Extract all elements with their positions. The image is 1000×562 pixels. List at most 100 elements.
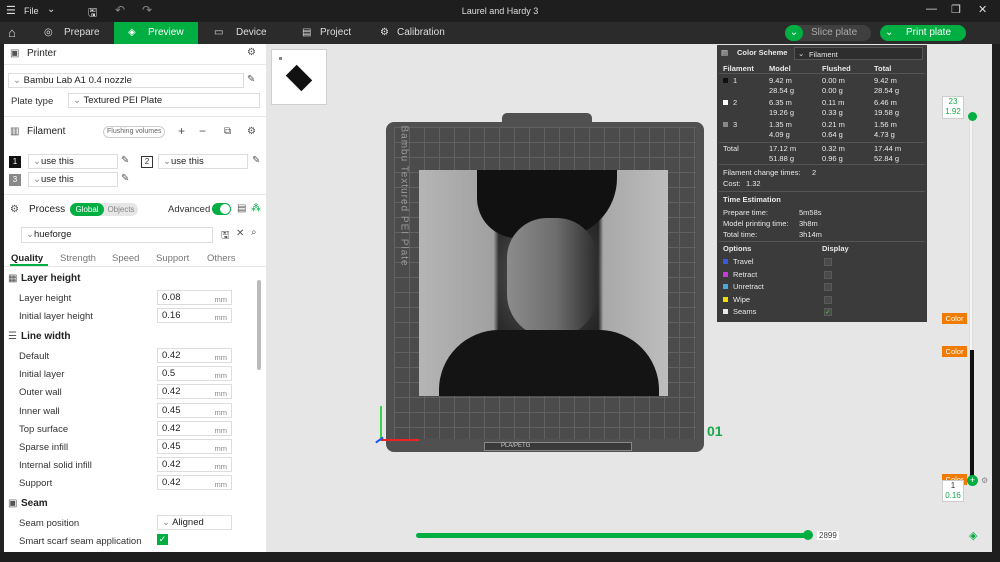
option-display-checkbox[interactable] bbox=[824, 283, 832, 292]
param-input[interactable]: 0.42 mm bbox=[157, 384, 232, 400]
add-filament-icon[interactable]: + bbox=[178, 124, 185, 138]
filament-model-m: 1.35 m bbox=[769, 120, 792, 129]
save-preset-icon[interactable]: 🖫 bbox=[221, 228, 230, 245]
plate-thumbnail[interactable] bbox=[271, 49, 327, 105]
close-button[interactable]: ✕ bbox=[978, 3, 987, 16]
filament-slot-2-edit-icon[interactable]: ✎ bbox=[252, 155, 260, 166]
filament-slot-3-swatch[interactable]: 3 bbox=[9, 174, 21, 186]
param-value: 0.42 bbox=[162, 386, 181, 398]
subtab-quality[interactable]: Quality bbox=[11, 253, 43, 264]
tab-calibration[interactable]: ⚙ Calibration bbox=[374, 22, 464, 44]
filament-slot-3-edit-icon[interactable]: ✎ bbox=[121, 173, 129, 184]
param-input[interactable]: 0.45 mm bbox=[157, 402, 232, 418]
color-scheme-select[interactable]: ⌄ Filament bbox=[794, 47, 923, 60]
plate-top-tab bbox=[502, 113, 592, 125]
total-total-g: 52.84 g bbox=[874, 154, 900, 163]
filament-slot-2-select[interactable]: ⌄use this bbox=[158, 154, 248, 169]
tab-project[interactable]: ▤ Project bbox=[290, 22, 370, 44]
param-input[interactable]: 0.45 mm bbox=[157, 439, 232, 454]
layer-bottom-handle[interactable]: + bbox=[967, 475, 978, 486]
filament-slot-1-swatch[interactable]: 1 bbox=[9, 156, 21, 168]
model-time-label: Model printing time: bbox=[723, 219, 789, 228]
print-dropdown-icon[interactable]: ⌄ bbox=[885, 25, 893, 41]
maximize-button[interactable]: ❐ bbox=[951, 3, 961, 16]
seam-title: Seam bbox=[21, 498, 48, 509]
filament-id: 3 bbox=[733, 120, 738, 129]
filament-slot-1-edit-icon[interactable]: ✎ bbox=[121, 155, 129, 166]
layers-icon[interactable]: ◈ bbox=[969, 529, 977, 542]
settings-scrollbar[interactable] bbox=[257, 280, 261, 370]
network-icon[interactable]: ⁂ bbox=[251, 203, 261, 214]
seam-position-select[interactable]: ⌄ Aligned bbox=[157, 515, 232, 530]
plate-type-select[interactable]: ⌄ Textured PEI Plate bbox=[68, 93, 260, 108]
remove-filament-icon[interactable]: − bbox=[199, 124, 206, 138]
search-icon[interactable]: ⌕ bbox=[251, 227, 257, 238]
slice-plate-button[interactable]: ⌄ Slice plate bbox=[785, 25, 871, 41]
param-input[interactable]: 0.16 mm bbox=[157, 308, 232, 323]
tab-device[interactable]: ▭ Device bbox=[200, 22, 280, 44]
filament-flushed-g: 0.00 g bbox=[822, 86, 843, 95]
calibration-icon: ⚙ bbox=[380, 27, 389, 38]
printer-select[interactable]: ⌄ Bambu Lab A1 0.4 nozzle bbox=[8, 73, 244, 88]
move-slider-track[interactable] bbox=[416, 533, 808, 538]
subtab-strength[interactable]: Strength bbox=[60, 253, 96, 264]
advanced-toggle[interactable] bbox=[212, 203, 231, 215]
toggle-objects[interactable]: Objects bbox=[104, 203, 138, 216]
bottom-window-edge bbox=[0, 552, 992, 562]
param-input[interactable]: 0.42 mm bbox=[157, 420, 232, 436]
param-input[interactable]: 0.08 mm bbox=[157, 290, 232, 305]
filament-slot-3-select[interactable]: ⌄use this bbox=[28, 172, 118, 187]
filament-slot-1-value: use this bbox=[40, 156, 74, 167]
smart-scarf-checkbox[interactable]: ✓ bbox=[157, 534, 168, 545]
process-preset-select[interactable]: ⌄hueforge bbox=[21, 227, 213, 243]
global-objects-toggle[interactable]: Global Objects bbox=[70, 203, 138, 216]
color-scheme-title: Color Scheme bbox=[737, 48, 788, 57]
param-input[interactable]: 0.42 mm bbox=[157, 348, 232, 363]
delete-preset-icon[interactable]: ✕ bbox=[236, 228, 244, 239]
model-face bbox=[507, 218, 597, 338]
filament-swatch bbox=[723, 122, 728, 127]
option-display-checkbox[interactable]: ✓ bbox=[824, 308, 832, 317]
settings-sidebar: ▣ Printer ⚙ ⌄ Bambu Lab A1 0.4 nozzle ✎ … bbox=[4, 44, 266, 552]
option-label: Retract bbox=[733, 269, 758, 279]
layer-settings-icon[interactable]: ⚙ bbox=[981, 476, 988, 485]
print-plate-button[interactable]: ⌄ Print plate bbox=[880, 25, 966, 41]
move-slider-handle[interactable] bbox=[803, 530, 813, 540]
build-plate[interactable]: Bambu Textured PEI Plate PLA/PETG bbox=[386, 113, 704, 452]
printer-edit-icon[interactable]: ✎ bbox=[247, 74, 255, 85]
tab-prepare[interactable]: ◎ Prepare bbox=[30, 22, 112, 44]
subtab-speed[interactable]: Speed bbox=[112, 253, 139, 264]
subtab-support[interactable]: Support bbox=[156, 253, 189, 264]
sync-filament-icon[interactable]: ⧉ bbox=[224, 126, 231, 137]
filament-slot-1-select[interactable]: ⌄use this bbox=[28, 154, 118, 169]
subtab-others[interactable]: Others bbox=[207, 253, 236, 264]
filament-settings-icon[interactable]: ⚙ bbox=[247, 126, 256, 137]
param-input[interactable]: 0.5 mm bbox=[157, 366, 232, 382]
toggle-global[interactable]: Global bbox=[70, 203, 104, 216]
line-width-icon: ☰ bbox=[8, 331, 17, 342]
printer-settings-icon[interactable]: ⚙ bbox=[247, 47, 256, 58]
filament-slot-2-swatch[interactable]: 2 bbox=[141, 156, 153, 168]
filament-icon: ▥ bbox=[10, 126, 20, 137]
param-input[interactable]: 0.42 mm bbox=[157, 457, 232, 473]
color-tag-2[interactable]: Color bbox=[942, 346, 967, 357]
color-tag-1[interactable]: Color bbox=[942, 313, 967, 324]
param-value: 0.42 bbox=[162, 459, 181, 471]
sliced-model[interactable] bbox=[419, 170, 668, 396]
option-display-checkbox[interactable] bbox=[824, 258, 832, 266]
compare-icon[interactable]: ▤ bbox=[237, 203, 246, 214]
option-color-swatch bbox=[723, 284, 728, 290]
color-scheme-chevron-icon: ⌄ bbox=[798, 49, 805, 58]
option-display-checkbox[interactable] bbox=[824, 295, 832, 304]
option-display-checkbox[interactable] bbox=[824, 270, 832, 279]
filament-slot-3-chevron-icon: ⌄ bbox=[33, 174, 41, 185]
layer-top-handle[interactable] bbox=[968, 112, 977, 121]
slice-dropdown-icon[interactable]: ⌄ bbox=[785, 25, 803, 41]
minimize-button[interactable]: — bbox=[926, 3, 937, 15]
home-icon[interactable]: ⌂ bbox=[8, 22, 16, 44]
flushing-volumes-button[interactable]: Flushing volumes bbox=[103, 126, 166, 138]
tab-preview[interactable]: ◈ Preview bbox=[114, 22, 198, 44]
layer-top-readout: 23 1.92 bbox=[942, 96, 964, 119]
param-input[interactable]: 0.42 mm bbox=[157, 475, 232, 491]
filament-slot-1-chevron-icon: ⌄ bbox=[33, 156, 41, 167]
